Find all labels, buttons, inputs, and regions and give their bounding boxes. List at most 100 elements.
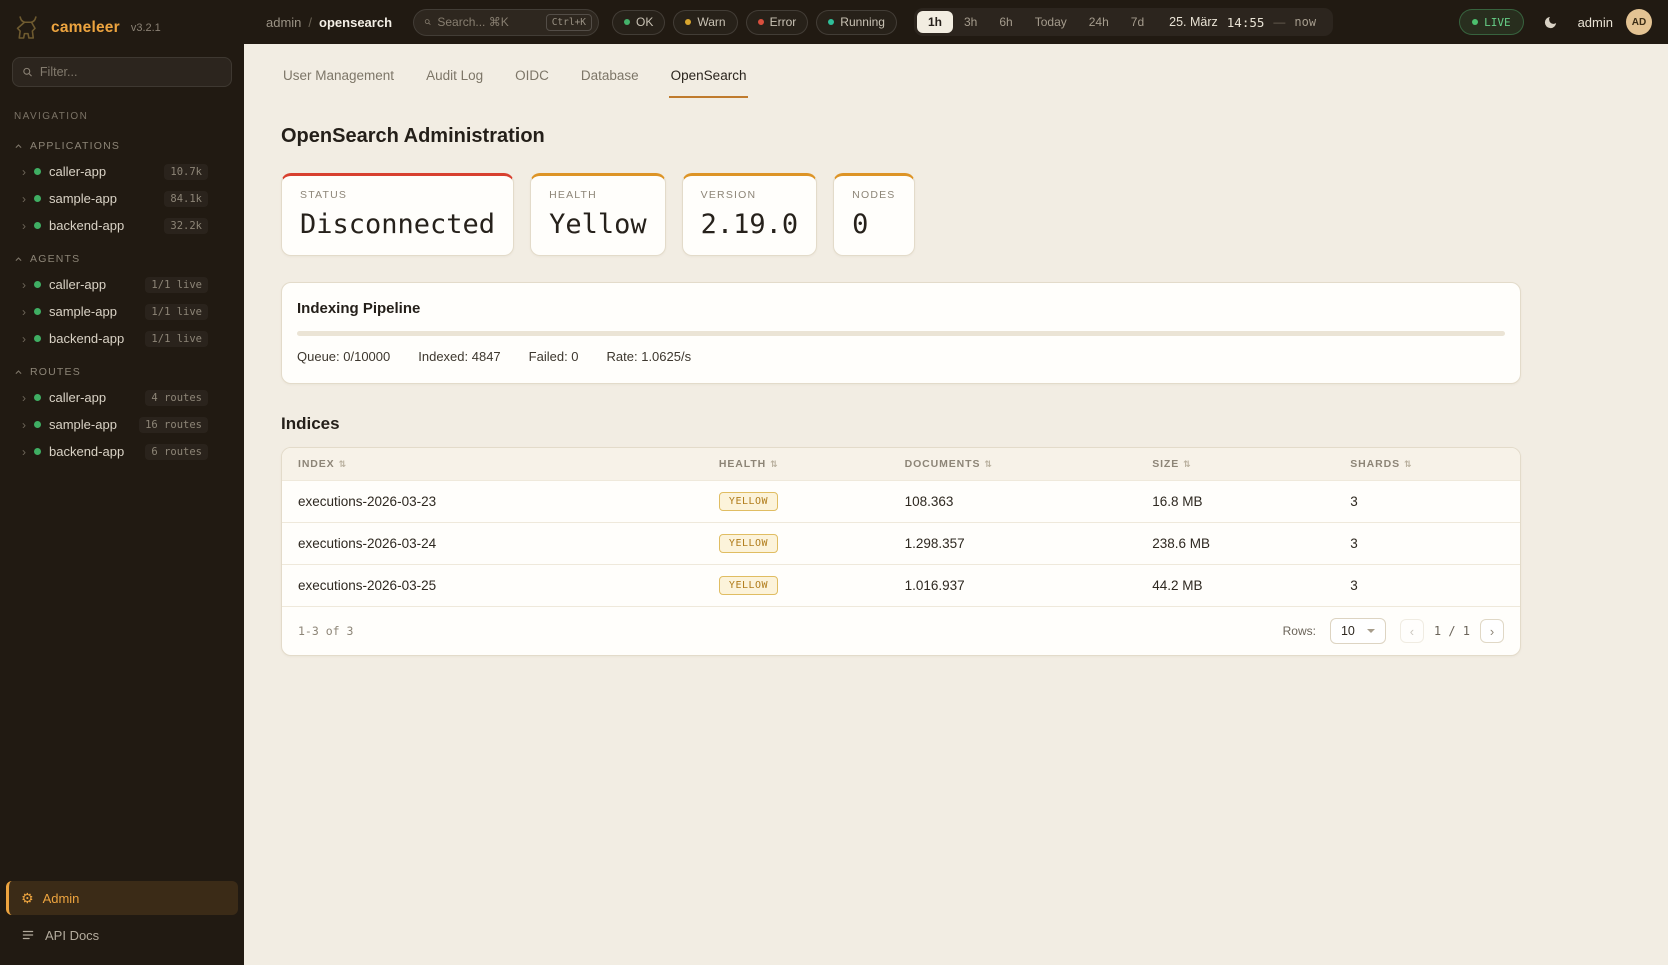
rows-per-page-select[interactable]: 10 [1330, 618, 1386, 644]
navigation-label: NAVIGATION [0, 101, 244, 126]
filter-running[interactable]: Running [816, 10, 897, 35]
time-range-6h[interactable]: 6h [988, 11, 1023, 33]
column-header-documents[interactable]: DOCUMENTS⇅ [889, 448, 1137, 481]
api-docs-label: API Docs [45, 928, 99, 943]
indexing-pipeline-card: Indexing Pipeline Queue: 0/10000 Indexed… [281, 282, 1521, 384]
stat-label: VERSION [701, 189, 799, 201]
prev-page-button[interactable]: ‹ [1400, 619, 1424, 643]
status-dot [34, 195, 41, 202]
user-name: admin [1578, 15, 1613, 30]
filter-ok[interactable]: OK [612, 10, 665, 35]
search-shortcut-badge: Ctrl+K [546, 14, 592, 31]
time-range-group: 1h 3h 6h Today 24h 7d 25. März 14:55 — n… [914, 8, 1333, 36]
sidebar-filter-input[interactable] [40, 65, 222, 79]
cell-size: 238.6 MB [1136, 523, 1334, 565]
tab-opensearch[interactable]: OpenSearch [669, 68, 749, 98]
sidebar-filter[interactable] [12, 57, 232, 87]
stat-label: NODES [852, 189, 895, 201]
column-header-shards[interactable]: SHARDS⇅ [1334, 448, 1520, 481]
sidebar-item-agent-backend-app[interactable]: › backend-app 1/1 live [0, 325, 244, 352]
chevron-right-icon: › [22, 419, 26, 431]
sidebar-item-badge: 4 routes [145, 390, 208, 406]
live-label: LIVE [1484, 16, 1511, 29]
table-row[interactable]: executions-2026-03-24 YELLOW 1.298.357 2… [282, 523, 1520, 565]
column-header-size[interactable]: SIZE⇅ [1136, 448, 1334, 481]
live-badge[interactable]: LIVE [1459, 9, 1524, 35]
breadcrumb-parent[interactable]: admin [266, 15, 301, 30]
sidebar-item-caller-app[interactable]: › caller-app 10.7k [0, 158, 244, 185]
topbar: admin / opensearch Ctrl+K OK Warn [244, 0, 1668, 44]
sidebar-item-route-caller-app[interactable]: › caller-app 4 routes [0, 384, 244, 411]
column-header-health[interactable]: HEALTH⇅ [703, 448, 889, 481]
stat-value: 2.19.0 [701, 209, 799, 240]
tab-oidc[interactable]: OIDC [513, 68, 551, 98]
cell-index: executions-2026-03-25 [282, 565, 703, 607]
sidebar-section-routes[interactable]: ROUTES [0, 352, 244, 384]
tab-user-management[interactable]: User Management [281, 68, 396, 98]
breadcrumb-current: opensearch [319, 15, 392, 30]
rows-per-page-label: Rows: [1283, 624, 1316, 638]
time-range-1h[interactable]: 1h [917, 11, 953, 33]
dark-mode-toggle[interactable] [1537, 8, 1565, 36]
table-row[interactable]: executions-2026-03-23 YELLOW 108.363 16.… [282, 481, 1520, 523]
sidebar-item-api-docs[interactable]: API Docs [6, 919, 238, 951]
column-header-index[interactable]: INDEX⇅ [282, 448, 703, 481]
search-icon [22, 66, 33, 78]
sidebar-item-label: caller-app [49, 390, 137, 405]
range-end: now [1294, 15, 1316, 29]
time-range-display[interactable]: 25. März 14:55 — now [1155, 15, 1330, 30]
cell-documents: 108.363 [889, 481, 1137, 523]
filter-label: Running [840, 15, 885, 29]
sort-icon: ⇅ [1183, 459, 1191, 469]
tab-audit-log[interactable]: Audit Log [424, 68, 485, 98]
chevron-up-icon [14, 255, 23, 264]
tab-database[interactable]: Database [579, 68, 641, 98]
sidebar-item-agent-caller-app[interactable]: › caller-app 1/1 live [0, 271, 244, 298]
app-logo: cameleer v3.2.1 [0, 0, 244, 48]
indices-title: Indices [281, 414, 1521, 434]
app-name: cameleer [51, 19, 120, 37]
status-dot [34, 394, 41, 401]
breadcrumb-separator: / [308, 15, 312, 30]
admin-tabs: User Management Audit Log OIDC Database … [281, 44, 1521, 98]
sidebar-item-route-sample-app[interactable]: › sample-app 16 routes [0, 411, 244, 438]
time-range-7d[interactable]: 7d [1120, 11, 1155, 33]
indices-table-card: INDEX⇅ HEALTH⇅ DOCUMENTS⇅ SIZE⇅ SHARDS⇅ … [281, 447, 1521, 656]
sidebar-item-backend-app[interactable]: › backend-app 32.2k [0, 212, 244, 239]
table-row[interactable]: executions-2026-03-25 YELLOW 1.016.937 4… [282, 565, 1520, 607]
table-footer: 1-3 of 3 Rows: 10 ‹ 1 / 1 › [282, 606, 1520, 655]
time-range-24h[interactable]: 24h [1078, 11, 1120, 33]
global-search[interactable]: Ctrl+K [413, 9, 599, 36]
sidebar-section-applications[interactable]: APPLICATIONS [0, 126, 244, 158]
pipeline-rate: Rate: 1.0625/s [607, 349, 692, 364]
sidebar: cameleer v3.2.1 NAVIGATION APPLICATIONS … [0, 0, 244, 965]
sidebar-section-agents[interactable]: AGENTS [0, 239, 244, 271]
time-range-today[interactable]: Today [1024, 11, 1078, 33]
row-range-label: 1-3 of 3 [298, 624, 353, 638]
chevron-right-icon: › [22, 333, 26, 345]
time-range-3h[interactable]: 3h [953, 11, 988, 33]
filter-error[interactable]: Error [746, 10, 809, 35]
range-separator: — [1273, 15, 1285, 29]
stat-card-status: STATUS Disconnected [281, 173, 514, 256]
chevron-down-icon [1367, 629, 1375, 633]
sidebar-item-route-backend-app[interactable]: › backend-app 6 routes [0, 438, 244, 465]
sidebar-item-admin[interactable]: ⚙ Admin [6, 881, 238, 915]
sidebar-item-badge: 32.2k [164, 218, 208, 234]
chevron-up-icon [14, 142, 23, 151]
global-search-input[interactable] [437, 15, 539, 29]
avatar[interactable]: AD [1626, 9, 1652, 35]
chevron-right-icon: › [22, 166, 26, 178]
sidebar-item-sample-app[interactable]: › sample-app 84.1k [0, 185, 244, 212]
current-time: 14:55 [1227, 15, 1265, 30]
filter-warn[interactable]: Warn [673, 10, 737, 35]
section-title: AGENTS [30, 253, 80, 265]
sidebar-item-badge: 84.1k [164, 191, 208, 207]
next-page-button[interactable]: › [1480, 619, 1504, 643]
main-content: User Management Audit Log OIDC Database … [244, 44, 1668, 965]
sidebar-item-badge: 1/1 live [145, 331, 208, 347]
running-dot-icon [828, 19, 834, 25]
sidebar-item-label: backend-app [49, 218, 156, 233]
sidebar-item-agent-sample-app[interactable]: › sample-app 1/1 live [0, 298, 244, 325]
pipeline-stats: Queue: 0/10000 Indexed: 4847 Failed: 0 R… [297, 349, 1505, 364]
